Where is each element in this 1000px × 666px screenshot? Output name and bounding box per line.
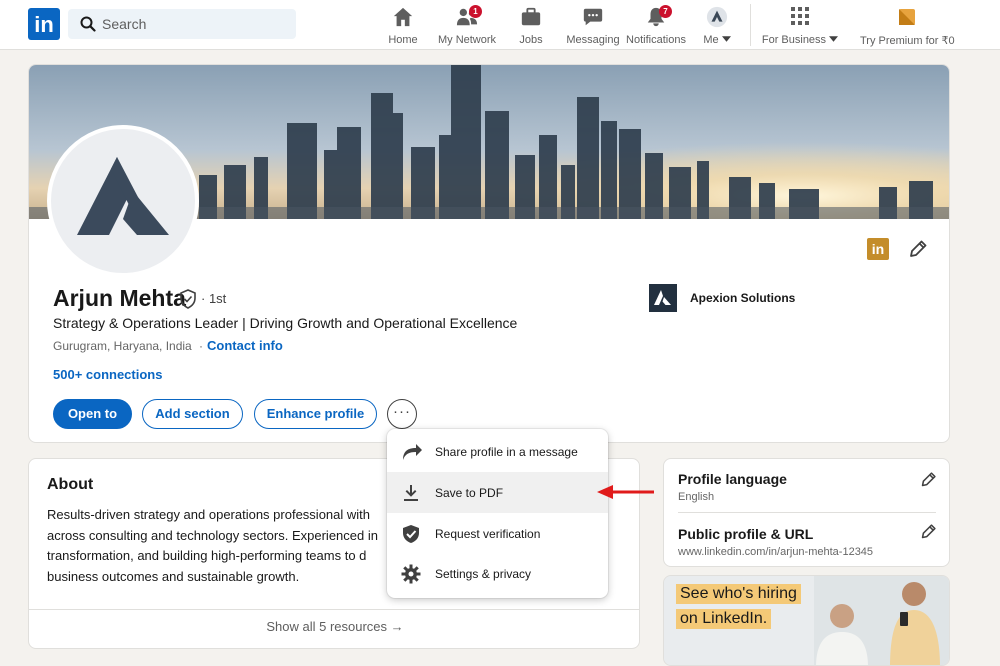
me-avatar-icon <box>700 6 734 28</box>
ad-headline-line-2: on LinkedIn. <box>676 609 772 629</box>
current-company-name[interactable]: Apexion Solutions <box>690 291 795 305</box>
chevron-down-icon <box>721 36 731 42</box>
search-input[interactable] <box>102 9 292 39</box>
notifications-badge: 7 <box>659 5 672 18</box>
download-icon <box>404 485 418 501</box>
connections-link[interactable]: 500+ connections <box>53 367 162 382</box>
edit-intro-pencil-icon[interactable] <box>908 239 928 264</box>
profile-avatar[interactable] <box>47 125 199 277</box>
menu-item-label: Save to PDF <box>435 486 504 500</box>
about-divider <box>29 609 639 610</box>
bell-icon: 7 <box>626 5 686 28</box>
profile-location: Gurugram, Haryana, India <box>53 339 192 353</box>
gear-icon <box>401 564 421 584</box>
more-actions-menu: Share profile in a message Save to PDF R… <box>387 429 608 598</box>
public-profile-title: Public profile & URL <box>678 526 814 542</box>
about-line: Results-driven strategy and operations p… <box>47 507 371 522</box>
settings-divider <box>678 512 936 513</box>
open-to-button[interactable]: Open to <box>53 399 132 429</box>
hiring-ad-card[interactable]: See who's hiring on LinkedIn. <box>663 575 950 666</box>
premium-icon <box>860 6 954 28</box>
menu-item-share-profile[interactable]: Share profile in a message <box>387 431 608 472</box>
edit-language-pencil-icon[interactable] <box>920 471 937 493</box>
about-text: Results-driven strategy and operations p… <box>47 505 407 597</box>
company-logo[interactable] <box>649 284 677 312</box>
about-line: business outcomes and sustainable growth… <box>47 568 300 584</box>
menu-item-label: Share profile in a message <box>435 445 578 459</box>
about-heading: About <box>47 476 94 493</box>
menu-item-label: Request verification <box>435 527 541 541</box>
apps-grid-icon <box>760 6 840 28</box>
nav-me[interactable]: Me <box>700 6 734 46</box>
nav-home[interactable]: Home <box>385 6 421 46</box>
home-icon <box>385 6 421 28</box>
linkedin-premium-badge[interactable]: in <box>867 238 889 260</box>
pointer-arrow-icon <box>597 485 654 499</box>
nav-notifications[interactable]: 7 Notifications <box>626 5 686 46</box>
messaging-icon <box>566 6 620 28</box>
briefcase-icon <box>515 6 547 28</box>
enhance-profile-button[interactable]: Enhance profile <box>254 399 377 429</box>
menu-item-request-verification[interactable]: Request verification <box>387 513 608 554</box>
nav-my-network-label: My Network <box>437 34 497 46</box>
nav-jobs-label: Jobs <box>519 34 543 46</box>
location-separator: · <box>199 339 203 353</box>
profile-settings-card: Profile language English Public profile … <box>663 458 950 567</box>
add-section-button[interactable]: Add section <box>142 399 243 429</box>
top-navigation-bar: in Home 1 My Network Jobs Messaging 7 No… <box>0 0 1000 50</box>
share-arrow-icon <box>403 444 422 460</box>
contact-info-link[interactable]: Contact info <box>207 338 283 353</box>
chevron-down-icon <box>829 36 839 42</box>
my-network-icon: 1 <box>436 5 498 28</box>
menu-item-settings-privacy[interactable]: Settings & privacy <box>387 553 608 594</box>
verified-shield-icon[interactable] <box>179 289 197 314</box>
nav-messaging[interactable]: Messaging <box>566 6 620 46</box>
nav-home-label: Home <box>388 34 418 46</box>
profile-name: Arjun Mehta <box>53 285 186 311</box>
nav-notifications-label: Notifications <box>626 34 686 46</box>
nav-try-premium[interactable]: Try Premium for ₹0 <box>860 6 955 47</box>
company-logo-avatar-icon <box>77 157 169 235</box>
about-line: across consulting and technology sectors… <box>47 527 378 543</box>
verified-shield-icon <box>403 525 419 543</box>
nav-try-premium-label: Try Premium for ₹0 <box>860 35 955 47</box>
search-box[interactable] <box>68 9 296 39</box>
more-actions-button[interactable]: ··· <box>387 399 417 429</box>
my-network-badge: 1 <box>469 5 482 18</box>
apexion-logo-icon <box>654 290 671 305</box>
nav-divider <box>750 4 751 46</box>
linkedin-logo[interactable]: in <box>28 8 60 40</box>
nav-for-business[interactable]: For Business <box>760 6 840 46</box>
about-line: transformation, and building high-perfor… <box>47 548 367 563</box>
show-all-resources-link[interactable]: Show all 5 resources → <box>29 619 639 634</box>
public-profile-url: www.linkedin.com/in/arjun-mehta-12345 <box>678 546 874 558</box>
nav-jobs[interactable]: Jobs <box>515 6 547 46</box>
nav-my-network[interactable]: 1 My Network <box>436 5 498 46</box>
edit-url-pencil-icon[interactable] <box>920 523 937 545</box>
connection-degree: · 1st <box>201 291 227 306</box>
nav-messaging-label: Messaging <box>566 34 620 46</box>
profile-language-value: English <box>678 491 715 503</box>
search-icon <box>80 16 96 32</box>
nav-me-label: Me <box>700 34 734 46</box>
menu-item-save-to-pdf[interactable]: Save to PDF <box>387 472 608 513</box>
profile-card: in Arjun Mehta · 1st Strategy & Operatio… <box>28 64 950 443</box>
menu-item-label: Settings & privacy <box>435 567 532 581</box>
profile-headline: Strategy & Operations Leader | Driving G… <box>53 315 518 331</box>
profile-language-title: Profile language <box>678 471 787 487</box>
ad-headline-line-1: See who's hiring <box>676 584 801 604</box>
nav-for-business-label: For Business <box>760 34 840 46</box>
